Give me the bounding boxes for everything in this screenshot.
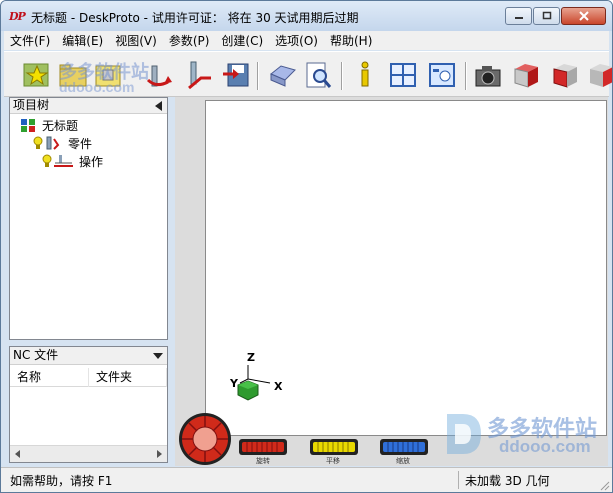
menu-parameters[interactable]: 参数(P) (163, 32, 216, 49)
maximize-icon (542, 11, 551, 20)
rotation-wheel-dial[interactable] (177, 411, 231, 467)
tree-item-part[interactable]: 零件 (32, 135, 92, 151)
menu-bar: 文件(F) 编辑(E) 视图(V) 参数(P) 创建(C) 选项(O) 帮助(H… (4, 31, 609, 50)
nc-panel-title: NC 文件 (13, 348, 59, 362)
status-bar: 如需帮助，请按 F1 未加载 3D 几何 (1, 467, 612, 492)
minimize-icon (514, 17, 523, 19)
cube-side-icon (553, 64, 577, 88)
part-icon (33, 136, 60, 150)
save-button[interactable] (219, 60, 251, 90)
camera-button[interactable] (472, 60, 504, 90)
project-icon (21, 119, 35, 132)
preview-icon (306, 62, 332, 88)
window-controls (504, 7, 606, 25)
scroll-right-icon[interactable] (154, 449, 164, 459)
maximize-button[interactable] (533, 7, 560, 25)
tree-item-label: 无标题 (42, 118, 79, 133)
axis-triad-icon (237, 365, 271, 401)
tree-item-project[interactable]: 无标题 (20, 117, 78, 133)
print-button[interactable] (266, 60, 298, 90)
collapse-left-icon[interactable] (155, 101, 163, 111)
watermark-top-url: ddooo.com (59, 79, 135, 95)
watermark-bottom-url: ddooo.com (499, 437, 591, 456)
title-bar: DP 无标题 - DeskProto - 试用许可证： 将在 30 天试用期后过… (1, 1, 612, 31)
app-window: DP 无标题 - DeskProto - 试用许可证： 将在 30 天试用期后过… (0, 0, 613, 493)
pan-dial-label: 平移 (326, 457, 340, 465)
window-title: 无标题 - DeskProto - 试用许可证： 将在 30 天试用期后过期 (31, 11, 359, 25)
resize-grip-icon[interactable] (598, 479, 610, 491)
status-divider (458, 471, 459, 489)
project-tree-header: 项目树 (10, 98, 167, 114)
scroll-left-icon[interactable] (13, 449, 23, 459)
minimize-button[interactable] (505, 7, 532, 25)
project-tree-panel: 项目树 无标题 零件 操作 (9, 97, 168, 340)
zoom-dial-label: 缩放 (396, 457, 410, 465)
cube-front-icon (514, 64, 538, 88)
pan-dial[interactable] (309, 438, 359, 456)
toolbar-separator (341, 62, 343, 90)
info-icon (361, 61, 369, 87)
app-logo: DP (9, 10, 26, 23)
nc-column-name[interactable]: 名称 (10, 368, 89, 387)
tree-item-label: 零件 (68, 136, 93, 151)
menu-create[interactable]: 创建(C) (215, 32, 269, 49)
cube-side-button[interactable] (549, 60, 581, 90)
preview-button[interactable] (302, 60, 334, 90)
watermark-logo-icon (447, 414, 481, 454)
zoom-dial[interactable] (379, 438, 429, 456)
view-button[interactable] (426, 60, 458, 90)
nc-column-folder[interactable]: 文件夹 (89, 368, 167, 387)
menu-view[interactable]: 视图(V) (109, 32, 163, 49)
cube-right-button[interactable] (585, 60, 612, 90)
layout-icon (390, 63, 416, 87)
save-icon (223, 63, 249, 87)
info-button[interactable] (349, 60, 381, 90)
tree-item-operation[interactable]: 操作 (41, 153, 103, 169)
cube-right-icon (590, 64, 612, 87)
axis-x-label: X (274, 380, 283, 393)
cube-front-button[interactable] (510, 60, 542, 90)
toolbar-separator (465, 62, 467, 90)
nc-column-headers: 名称 文件夹 (10, 368, 167, 387)
rotate-dial-label: 旋转 (256, 457, 270, 465)
print-icon (270, 65, 296, 87)
close-icon (578, 11, 589, 21)
rotate-dial[interactable] (238, 438, 288, 456)
axis-y-label: Y (230, 377, 238, 390)
menu-help[interactable]: 帮助(H) (324, 32, 378, 49)
status-geometry-text: 未加载 3D 几何 (465, 474, 550, 488)
camera-icon (475, 66, 501, 87)
chevron-down-icon[interactable] (153, 353, 163, 359)
menu-file[interactable]: 文件(F) (4, 32, 56, 49)
toolpath-button[interactable] (182, 60, 214, 90)
3d-viewport[interactable]: Z Y X (205, 100, 607, 436)
nc-horizontal-scrollbar[interactable] (10, 445, 167, 462)
project-tree-title: 项目树 (13, 98, 50, 112)
operation-icon (42, 154, 73, 167)
tree-item-label: 操作 (79, 154, 104, 169)
menu-edit[interactable]: 编辑(E) (56, 32, 109, 49)
layout-button[interactable] (387, 60, 419, 90)
new-project-icon (23, 63, 49, 87)
status-help-text: 如需帮助，请按 F1 (10, 474, 113, 488)
toolbar-separator (257, 62, 259, 90)
toolpath-icon (188, 61, 211, 90)
new-project-button[interactable] (21, 60, 53, 90)
nc-files-panel: NC 文件 名称 文件夹 (9, 346, 168, 463)
menu-options[interactable]: 选项(O) (269, 32, 324, 49)
close-button[interactable] (561, 7, 606, 25)
axis-z-label: Z (247, 351, 255, 364)
nc-panel-header[interactable]: NC 文件 (10, 347, 167, 365)
view-icon (429, 63, 455, 87)
